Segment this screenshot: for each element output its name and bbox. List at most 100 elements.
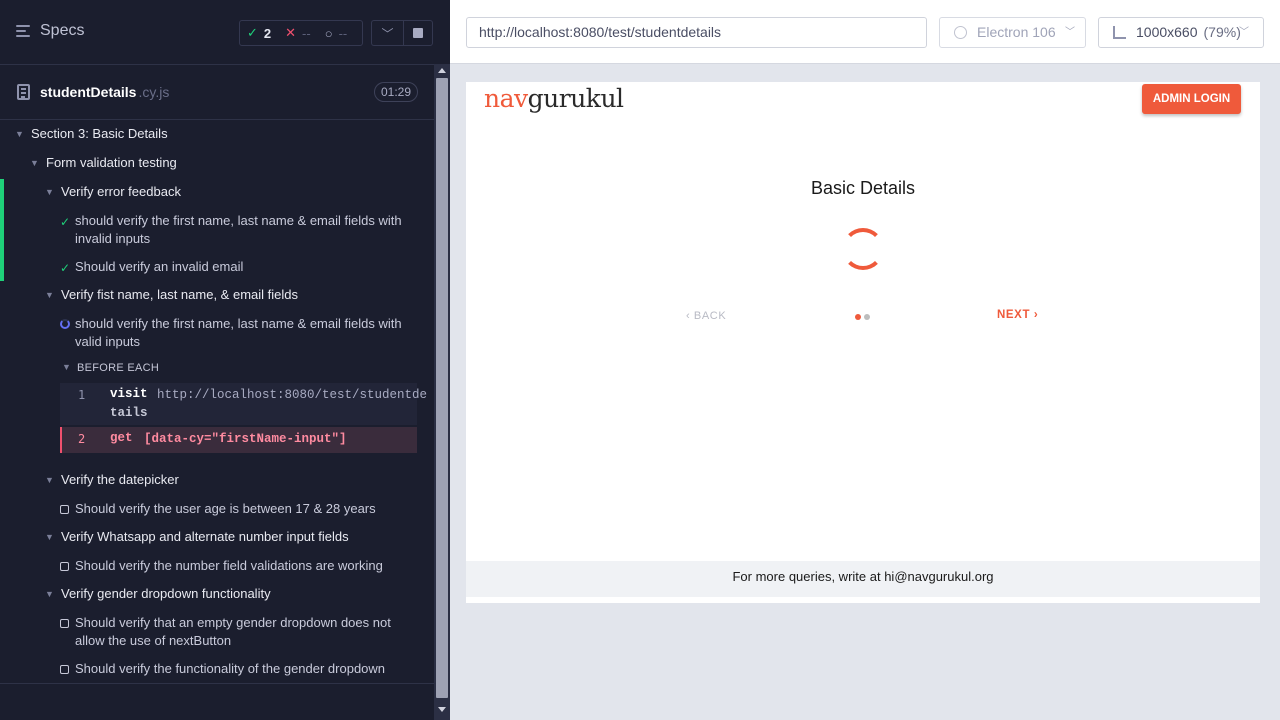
command-message-cont: tails (110, 406, 148, 420)
pending-icon (60, 562, 69, 571)
scroll-up-icon[interactable] (438, 68, 446, 73)
failed-stat: ✕ -- (278, 25, 318, 41)
test-item[interactable]: ✓ Should verify an invalid email (60, 258, 244, 276)
aut-header: http://localhost:8080/test/studentdetail… (450, 0, 1280, 64)
group-node[interactable]: ▼ Verify error feedback (45, 183, 181, 201)
back-button[interactable]: ‹ BACK (686, 310, 726, 322)
spinner-icon (60, 319, 70, 329)
menu-icon (16, 24, 32, 38)
check-icon: ✓ (60, 261, 71, 275)
url-bar[interactable]: http://localhost:8080/test/studentdetail… (466, 17, 927, 48)
test-item[interactable]: Should verify the number field validatio… (60, 557, 383, 575)
next-button[interactable]: NEXT › (997, 309, 1038, 321)
command-row-failed[interactable]: 2 get [data-cy="firstName-input"] 0 (60, 427, 473, 453)
test-title-cont: invalid inputs (75, 231, 151, 246)
chevron-down-icon: ▼ (45, 475, 54, 485)
loading-spinner-icon (842, 228, 884, 270)
spec-file-extension: .cy.js (138, 84, 170, 100)
hook-label[interactable]: BEFORE EACH (77, 362, 159, 374)
browser-label: Electron 106 (977, 24, 1056, 40)
test-title: should verify the first name, last name … (75, 213, 402, 228)
command-row[interactable]: 1 visit http://localhost:8080/test/stude… (60, 383, 427, 425)
command-name: visit (110, 387, 148, 401)
scrollbar-thumb[interactable] (436, 78, 448, 698)
collapse-all-button[interactable]: ﹀ (371, 20, 403, 46)
test-item-running[interactable]: should verify the first name, last name … (60, 315, 402, 351)
browser-selector[interactable]: Electron 106 ﹀ (939, 17, 1086, 48)
test-title: Should verify the functionality of the g… (75, 661, 386, 676)
test-item[interactable]: ✓ should verify the first name, last nam… (60, 212, 402, 248)
logo-part-gurukul: gurukul (527, 84, 624, 113)
chevron-down-icon: ▼ (62, 362, 71, 372)
group-node[interactable]: ▼ Verify fist name, last name, & email f… (45, 286, 298, 304)
chevron-down-icon: ▼ (45, 532, 54, 542)
group-node[interactable]: ▼ Verify the datepicker (45, 471, 179, 489)
test-title: Should verify an invalid email (75, 259, 244, 274)
x-icon: ✕ (285, 25, 297, 40)
specs-header: Specs ✓ 2 ✕ -- ○ -- ﹀ (0, 0, 434, 65)
chevron-down-icon: ▼ (45, 290, 54, 300)
runner-scrollbar[interactable] (434, 64, 450, 720)
command-number: 2 (78, 432, 86, 446)
test-item[interactable]: Should verify the functionality of the g… (60, 660, 386, 678)
specs-title-label: Specs (40, 22, 85, 39)
test-title: Should verify the user age is between 17… (75, 501, 376, 516)
chevron-left-icon: ‹ (686, 310, 691, 322)
globe-icon (954, 26, 967, 39)
scroll-down-icon[interactable] (438, 707, 446, 712)
test-title: Should verify that an empty gender dropd… (75, 615, 391, 630)
pending-count: -- (338, 25, 348, 41)
stop-button[interactable] (403, 20, 433, 46)
chevron-down-icon: ﹀ (1065, 27, 1075, 38)
step-dot-active (855, 314, 861, 320)
section-node[interactable]: ▼ Section 3: Basic Details (15, 125, 168, 143)
chevron-down-icon: ▼ (15, 129, 24, 139)
pending-stat: ○ -- (318, 26, 355, 41)
command-message: http://localhost:8080/test/studentde (157, 388, 428, 402)
group-node[interactable]: ▼ Verify Whatsapp and alternate number i… (45, 528, 349, 546)
check-icon: ✓ (60, 215, 71, 229)
app-frame: navgurukul ADMIN LOGIN Basic Details ‹ B… (466, 82, 1260, 603)
viewport-selector[interactable]: 1000x660 (79%) ﹀ (1098, 17, 1264, 48)
ruler-icon (1113, 26, 1126, 39)
command-name: get (110, 431, 133, 445)
step-dot (864, 314, 870, 320)
page-footer: For more queries, write at hi@navgurukul… (466, 561, 1260, 597)
file-icon (17, 84, 30, 100)
viewport-size: 1000x660 (1136, 24, 1198, 40)
group-title: Verify gender dropdown functionality (61, 586, 271, 601)
pending-icon (60, 619, 69, 628)
chevron-down-icon: ▼ (45, 589, 54, 599)
stop-icon (413, 28, 423, 38)
spec-file-row[interactable]: studentDetails .cy.js 01:29 (0, 66, 434, 120)
passed-stat: ✓ 2 (240, 25, 278, 41)
back-label: BACK (693, 310, 727, 322)
group-title: Verify the datepicker (61, 472, 179, 487)
test-stats: ✓ 2 ✕ -- ○ -- (239, 20, 363, 46)
pending-icon (60, 665, 69, 674)
spec-duration: 01:29 (374, 82, 419, 102)
test-title: should verify the first name, last name … (75, 316, 402, 331)
chevron-right-icon: › (1033, 309, 1039, 321)
runner-footer (0, 683, 434, 720)
test-title-cont: valid inputs (75, 334, 141, 349)
app-under-test-panel: http://localhost:8080/test/studentdetail… (450, 0, 1280, 720)
test-item[interactable]: Should verify that an empty gender dropd… (60, 614, 391, 650)
test-title-cont: allow the use of nextButton (75, 633, 232, 648)
navgurukul-logo[interactable]: navgurukul (484, 82, 624, 116)
admin-login-button[interactable]: ADMIN LOGIN (1142, 84, 1241, 114)
spinner-icon: ○ (324, 25, 333, 41)
test-item[interactable]: Should verify the user age is between 17… (60, 500, 376, 518)
suite-node[interactable]: ▼ Form validation testing (30, 154, 177, 172)
test-title: Should verify the number field validatio… (75, 558, 383, 573)
failed-count: -- (302, 25, 311, 41)
specs-toggle[interactable]: Specs (16, 22, 84, 40)
test-runner-panel: Specs ✓ 2 ✕ -- ○ -- ﹀ studentDetails .cy… (0, 0, 473, 720)
passed-count: 2 (263, 25, 272, 41)
chevron-down-icon: ▼ (30, 158, 39, 168)
command-message: [data-cy="firstName-input"] (144, 432, 347, 446)
group-node[interactable]: ▼ Verify gender dropdown functionality (45, 585, 271, 603)
chevron-down-icon: ﹀ (1239, 27, 1249, 38)
chevron-down-icon: ﹀ (381, 26, 394, 41)
viewport-scale: (79%) (1203, 24, 1241, 40)
